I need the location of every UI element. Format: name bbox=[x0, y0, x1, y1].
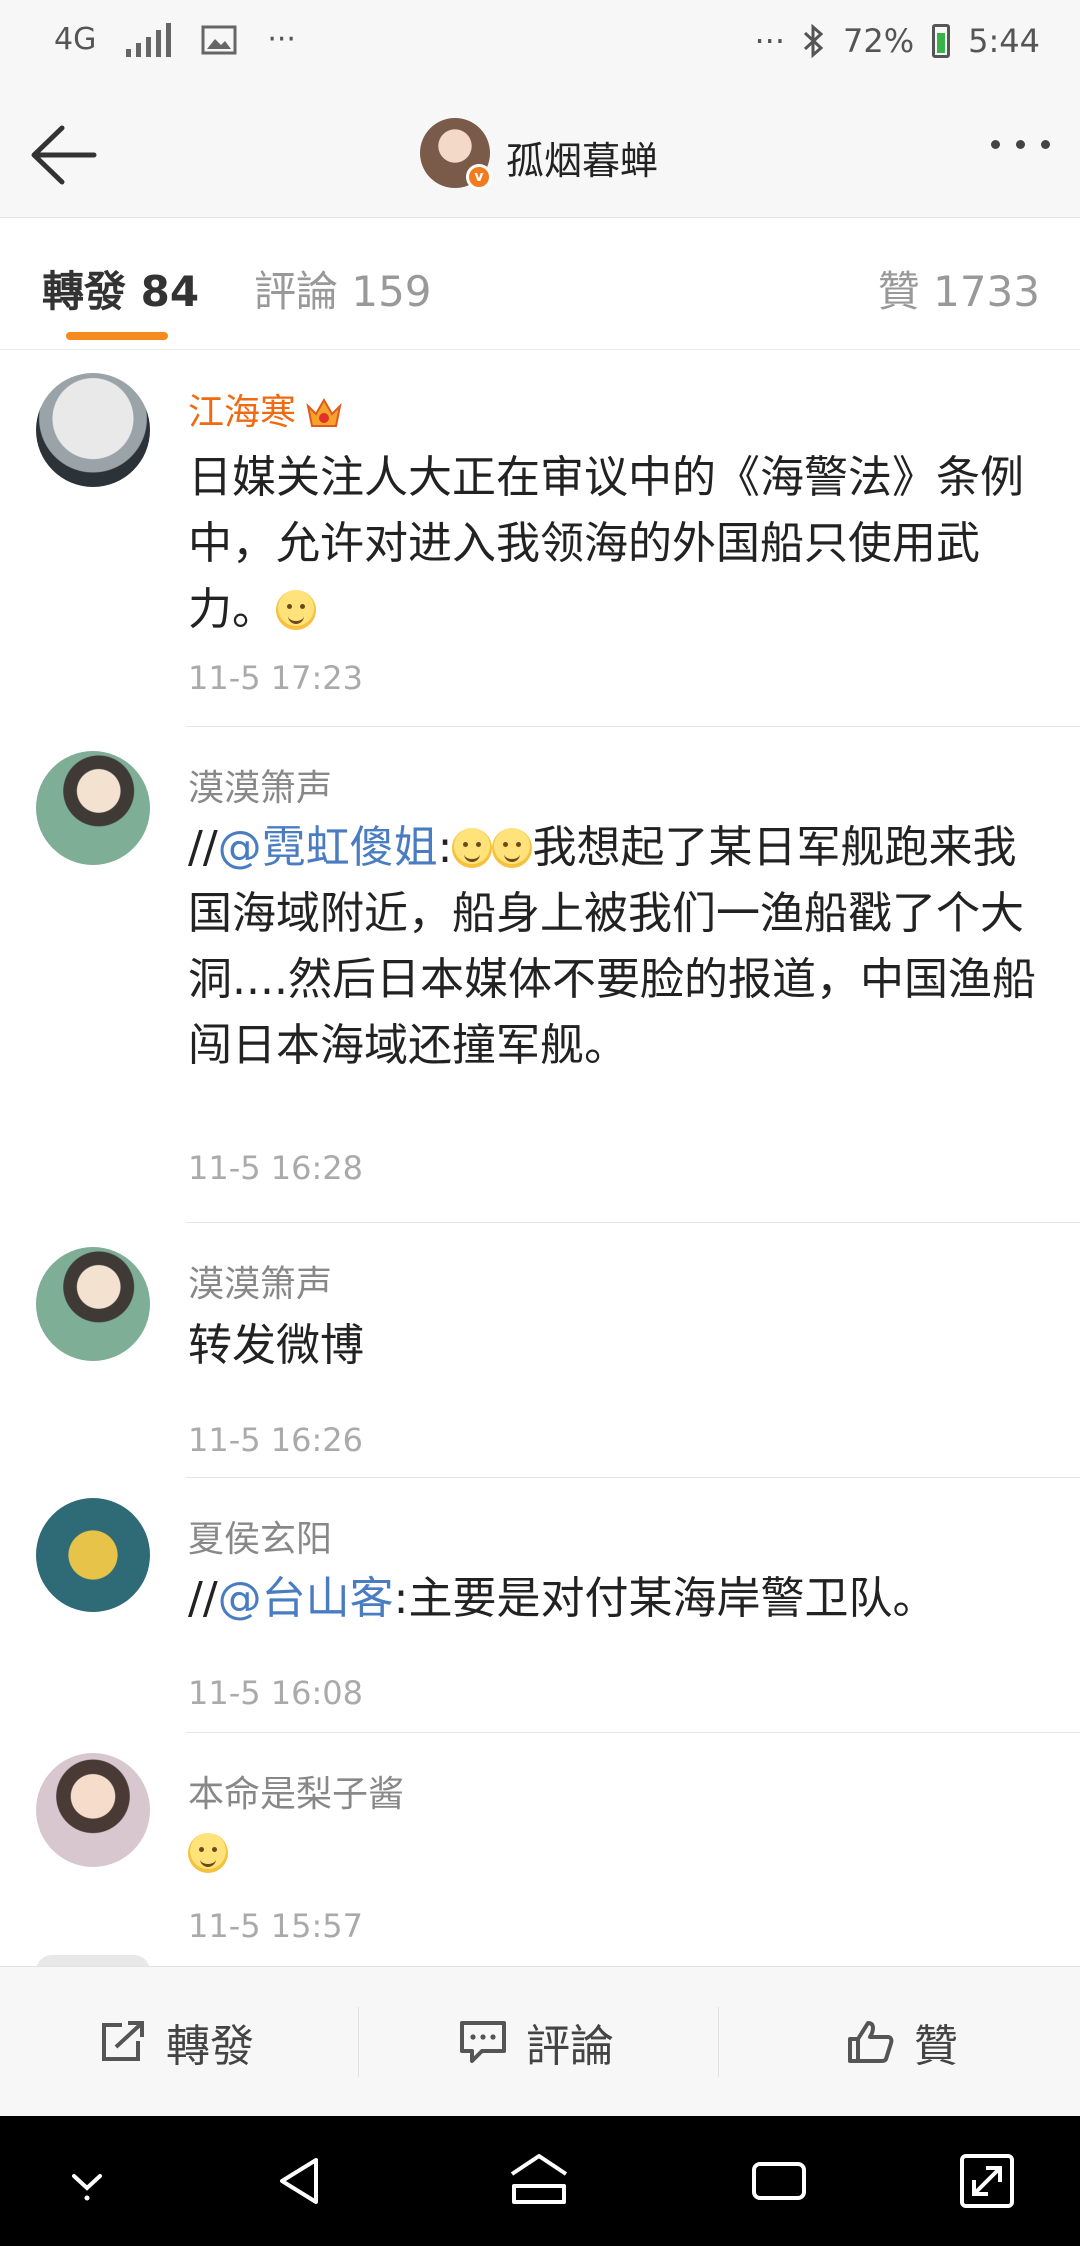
timestamp: 11-5 16:26 bbox=[188, 1421, 364, 1459]
thumbs-up-icon bbox=[848, 2021, 894, 2063]
home-icon[interactable] bbox=[508, 2150, 570, 2212]
image-icon bbox=[201, 25, 237, 54]
tab-comments[interactable]: 評論 159 bbox=[254, 258, 432, 319]
battery-icon bbox=[932, 24, 951, 58]
bluetooth-icon bbox=[803, 24, 824, 58]
mention-link[interactable]: @台山客 bbox=[218, 1573, 394, 1624]
back-triangle-icon[interactable] bbox=[270, 2150, 332, 2212]
divider bbox=[186, 726, 1080, 727]
avatar[interactable] bbox=[36, 751, 150, 865]
status-bar: 4G ··· ··· 72% 5:44 bbox=[0, 0, 1080, 92]
like-button[interactable]: 贊 bbox=[846, 1967, 958, 2117]
emoji-icon bbox=[452, 828, 493, 868]
timestamp: 11-5 16:08 bbox=[188, 1674, 364, 1712]
divider bbox=[186, 1477, 1080, 1478]
comment-button[interactable]: 評論 bbox=[458, 1967, 614, 2117]
battery-percent: 72% bbox=[843, 22, 915, 60]
more-horizontal-icon[interactable] bbox=[991, 140, 1050, 149]
timestamp: 11-5 16:28 bbox=[188, 1149, 364, 1187]
yummy-emoji-icon bbox=[188, 1833, 228, 1873]
divider bbox=[186, 1222, 1080, 1223]
username[interactable]: 漠漠箫声 bbox=[188, 1255, 332, 1307]
repost-text bbox=[188, 1833, 228, 1873]
avatar[interactable] bbox=[36, 373, 150, 487]
clock: 5:44 bbox=[968, 22, 1040, 60]
comment-icon bbox=[460, 2021, 506, 2063]
top-app-bar: v 孤烟暮蝉 bbox=[0, 92, 1080, 218]
overflow-dots: ··· bbox=[267, 22, 296, 57]
repost-text: //@霓虹傻姐: 我想起了某日军舰跑来我国海域附近，船身上被我们一渔船戳了个大洞.… bbox=[188, 822, 1036, 1071]
vip-crown-icon bbox=[306, 397, 342, 427]
bottom-action-bar: 轉發 評論 贊 bbox=[0, 1966, 1080, 2116]
repost-text: //@台山客:主要是对付某海岸警卫队。 bbox=[188, 1573, 937, 1624]
mention-link[interactable]: @霓虹傻姐 bbox=[218, 822, 438, 873]
thinking-emoji-icon bbox=[276, 590, 316, 630]
rotate-screen-icon[interactable] bbox=[956, 2150, 1018, 2212]
emoji-icon bbox=[492, 828, 533, 868]
verified-badge-icon: v bbox=[466, 164, 492, 190]
repost-text: 日媒关注人大正在审议中的《海警法》条例中，允许对进入我领海的外国船只使用武力。 bbox=[188, 452, 1024, 635]
repost-button[interactable]: 轉發 bbox=[98, 1967, 254, 2117]
arrow-left-icon[interactable] bbox=[28, 122, 98, 188]
timestamp: 11-5 15:57 bbox=[188, 1907, 364, 1945]
tab-likes[interactable]: 贊 1733 bbox=[878, 258, 1040, 319]
avatar[interactable] bbox=[36, 1753, 150, 1867]
repost-text: 转发微博 bbox=[188, 1320, 364, 1371]
tab-bar: 轉發 84 評論 159 贊 1733 bbox=[0, 218, 1080, 350]
signal-icon bbox=[126, 22, 172, 57]
divider bbox=[186, 1732, 1080, 1733]
chevron-down-icon[interactable] bbox=[56, 2150, 118, 2212]
username[interactable]: 本命是梨子酱 bbox=[188, 1765, 404, 1817]
active-tab-indicator bbox=[66, 332, 168, 340]
page-title[interactable]: 孤烟暮蝉 bbox=[506, 130, 658, 185]
divider bbox=[718, 2007, 719, 2077]
overflow-dots: ··· bbox=[754, 22, 786, 60]
username[interactable]: 夏侯玄阳 bbox=[188, 1510, 332, 1562]
avatar[interactable] bbox=[36, 1498, 150, 1612]
username[interactable]: 漠漠箫声 bbox=[188, 759, 332, 811]
avatar[interactable] bbox=[36, 1247, 150, 1361]
share-icon bbox=[102, 2021, 144, 2061]
system-nav-bar bbox=[0, 2116, 1080, 2246]
divider bbox=[358, 2007, 359, 2077]
timestamp: 11-5 17:23 bbox=[188, 659, 364, 697]
username[interactable]: 江海寒 bbox=[188, 383, 344, 435]
recent-apps-icon[interactable] bbox=[748, 2150, 810, 2212]
tab-reposts[interactable]: 轉發 84 bbox=[42, 258, 199, 319]
network-indicator: 4G bbox=[54, 22, 97, 57]
